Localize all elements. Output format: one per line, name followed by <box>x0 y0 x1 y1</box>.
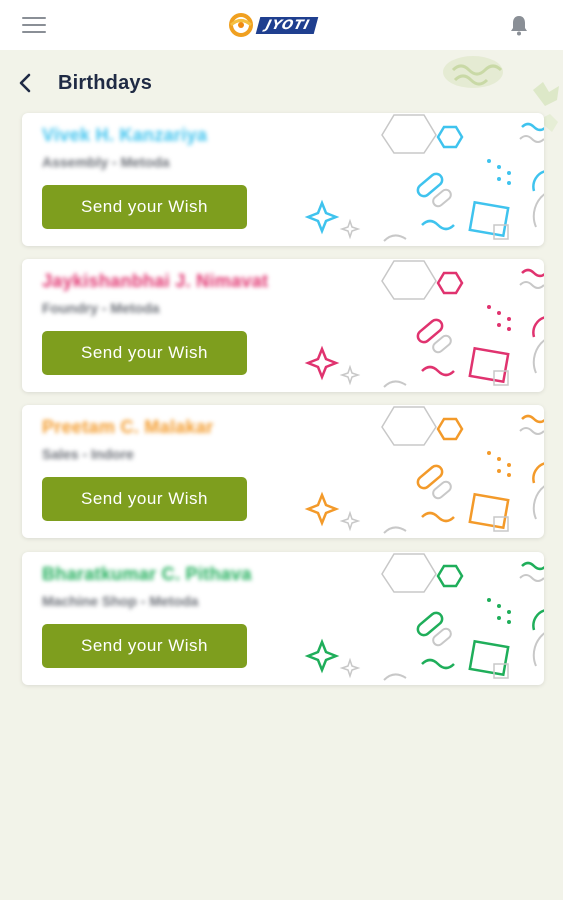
employee-department: Sales - Indore <box>42 446 134 462</box>
send-wish-button[interactable]: Send your Wish <box>42 477 247 521</box>
back-arrow-icon[interactable] <box>14 70 38 96</box>
birthday-card: Preetam C. Malakar Sales - Indore Send y… <box>22 405 544 538</box>
app-logo: JYOTI <box>228 10 318 40</box>
page-header: Birthdays <box>0 60 563 106</box>
send-wish-button[interactable]: Send your Wish <box>42 331 247 375</box>
confetti-decoration <box>304 114 544 242</box>
page-title: Birthdays <box>58 72 153 94</box>
confetti-decoration <box>304 406 544 534</box>
birthday-card: Jaykishanbhai J. Nimavat Foundry - Metod… <box>22 259 544 392</box>
employee-department: Assembly - Metoda <box>42 154 170 170</box>
menu-icon[interactable] <box>20 14 48 36</box>
employee-name: Preetam C. Malakar <box>42 417 214 437</box>
send-wish-button[interactable]: Send your Wish <box>42 624 247 668</box>
send-wish-button[interactable]: Send your Wish <box>42 185 247 229</box>
birthday-card: Vivek H. Kanzariya Assembly - Metoda Sen… <box>22 113 544 246</box>
employee-name: Jaykishanbhai J. Nimavat <box>42 271 269 291</box>
employee-department: Machine Shop - Metoda <box>42 593 199 609</box>
logo-icon <box>229 13 253 37</box>
top-app-bar: JYOTI <box>0 0 563 50</box>
birthday-card: Bharatkumar C. Pithava Machine Shop - Me… <box>22 552 544 685</box>
logo-text: JYOTI <box>255 16 318 34</box>
confetti-decoration <box>304 553 544 681</box>
employee-name: Vivek H. Kanzariya <box>42 125 208 145</box>
employee-department: Foundry - Metoda <box>42 300 160 316</box>
confetti-decoration <box>304 260 544 388</box>
bell-icon[interactable] <box>506 12 532 38</box>
employee-name: Bharatkumar C. Pithava <box>42 564 252 584</box>
